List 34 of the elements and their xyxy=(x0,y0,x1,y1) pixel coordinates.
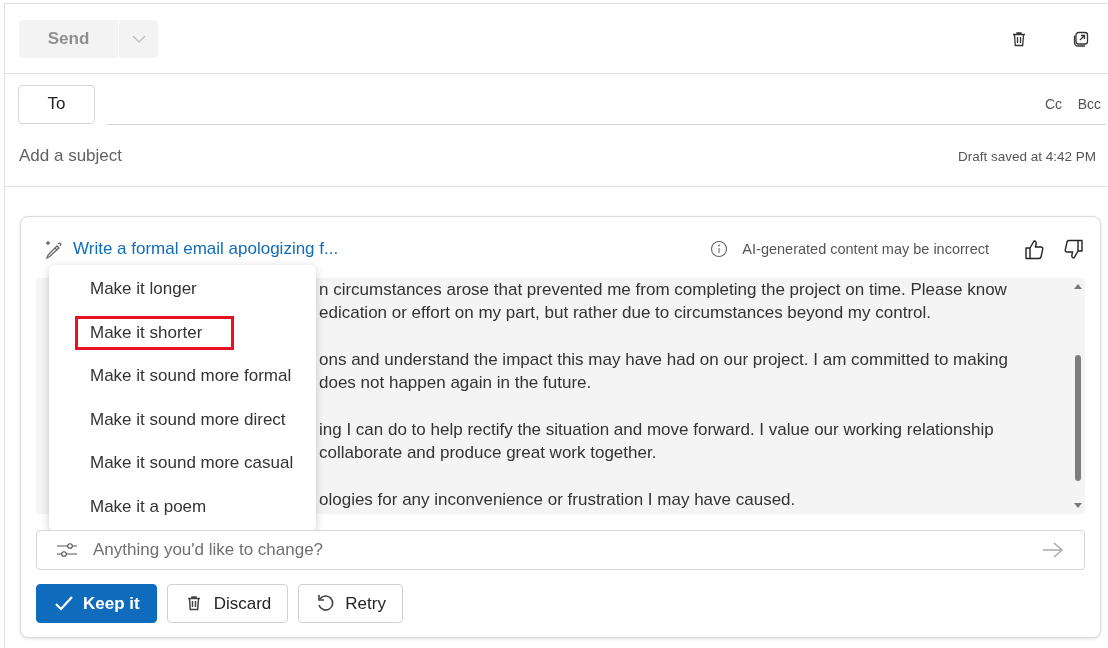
body-text: ons and understand the impact this may have had on our project. I am committed to making xyxy=(319,348,1009,371)
thumbs-down-icon[interactable] xyxy=(1062,237,1085,261)
info-icon[interactable] xyxy=(710,240,729,258)
body-text: ing I can do to help rectify the situation and move forward. I value our working relationship xyxy=(319,418,995,441)
body-text: collaborate and produce great work together. xyxy=(319,442,658,465)
delete-icon[interactable] xyxy=(1010,29,1028,48)
retry-button[interactable]: Retry xyxy=(298,584,403,623)
menu-item[interactable]: Make it longer xyxy=(49,272,316,306)
draft-status: Draft saved at 4:42 PM xyxy=(957,148,1096,164)
disclaimer-text: AI-generated content may be incorrect xyxy=(742,241,989,257)
discard-button[interactable]: Discard xyxy=(166,584,289,623)
body-text: does not happen again in the future. xyxy=(319,372,593,395)
send-arrow-icon[interactable] xyxy=(1041,540,1065,560)
sliders-icon[interactable] xyxy=(56,541,78,559)
scrollbar-thumb[interactable] xyxy=(1075,355,1081,481)
to-button[interactable]: To xyxy=(18,84,95,124)
menu-item[interactable]: Make it a poem xyxy=(49,489,316,524)
prompt-link[interactable]: Write a formal email apologizing f... xyxy=(73,239,339,259)
pop-out-icon[interactable] xyxy=(1072,29,1090,48)
menu-item[interactable]: Make it sound more direct xyxy=(49,402,316,437)
bcc-link[interactable]: Bcc xyxy=(1077,96,1101,112)
scroll-up-arrow-icon[interactable] xyxy=(1074,284,1082,289)
menu-item[interactable]: Make it sound more formal xyxy=(49,359,316,394)
scroll-down-arrow-icon[interactable] xyxy=(1074,503,1082,508)
menu-item[interactable]: Make it shorter xyxy=(75,315,234,350)
magic-pen-icon[interactable] xyxy=(43,238,65,260)
keep-button[interactable]: Keep it xyxy=(36,584,157,623)
body-text: ologies for any inconvenience or frustration I may have caused. xyxy=(319,488,797,511)
body-text: edication or effort on my part, but rather due to circumstances beyond my control. xyxy=(319,302,932,325)
menu-item[interactable]: Make it sound more casual xyxy=(49,446,316,481)
change-field[interactable]: Anything you'd like to change? xyxy=(36,530,1085,570)
cc-link[interactable]: Cc xyxy=(1044,96,1062,112)
body-text: n circumstances arose that prevented me from completing the project on time. Please know xyxy=(319,279,1008,301)
thumbs-up-icon[interactable] xyxy=(1023,237,1046,261)
